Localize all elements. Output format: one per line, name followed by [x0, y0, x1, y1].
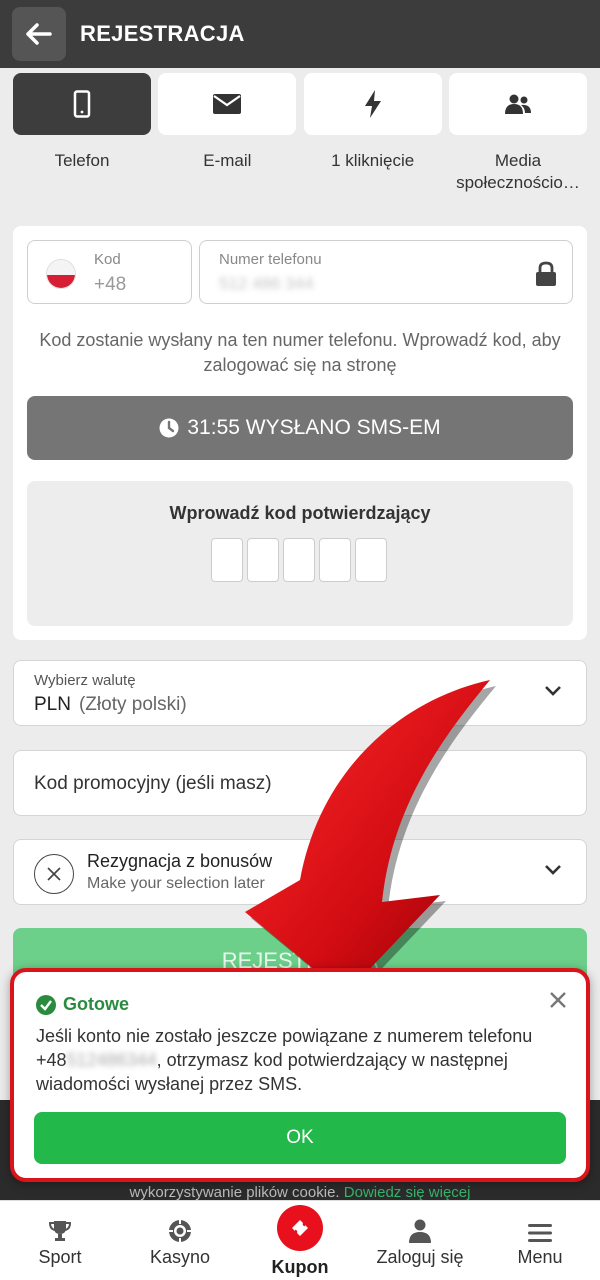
currency-select[interactable]: Wybierz walutę PLN (Złoty polski) [13, 660, 587, 726]
arrow-left-icon [26, 23, 52, 45]
sms-sent-button[interactable]: 31:55 WYSŁANO SMS-EM [27, 396, 573, 460]
tab-phone-label: Telefon [54, 151, 110, 170]
code-digit-input[interactable] [283, 538, 315, 582]
hamburger-icon [528, 1224, 552, 1242]
promo-code-placeholder: Kod promocyjny (jeśli masz) [34, 773, 272, 794]
nav-kupon[interactable]: Kupon [240, 1201, 360, 1280]
nav-menu-label: Menu [517, 1247, 563, 1267]
code-digit-input[interactable] [247, 538, 279, 582]
sms-info-text: Kod zostanie wysłany na ten numer telefo… [39, 330, 561, 375]
currency-name: (Złoty polski) [78, 694, 187, 715]
bonus-decline-icon [34, 854, 74, 894]
cookie-notice: wykorzystywanie plików cookie. Dowiedz s… [0, 1184, 600, 1201]
currency-value: PLN (Złoty polski) [34, 694, 187, 716]
tab-social-media[interactable]: Media społecznościo… [448, 73, 587, 194]
bottom-navigation: Sport Kasyno Kupon Zaloguj się Menu [0, 1200, 600, 1280]
country-code-select[interactable]: Kod +48 [27, 240, 192, 304]
verification-code-inputs [211, 538, 387, 582]
sms-sent-label: 31:55 WYSŁANO SMS-EM [187, 416, 441, 439]
country-code-label: Kod [94, 251, 121, 268]
poland-flag-icon [46, 259, 76, 289]
users-icon [504, 94, 531, 114]
country-code-value: +48 [94, 274, 127, 295]
smartphone-icon [73, 90, 91, 118]
check-circle-icon [36, 994, 56, 1015]
tab-email[interactable]: E-mail [158, 73, 297, 194]
tab-email-label: E-mail [203, 151, 252, 170]
header-bar: REJESTRACJA [0, 0, 600, 68]
nav-login-label: Zaloguj się [376, 1247, 464, 1267]
tab-social-media-label: Media społecznościo… [456, 151, 580, 192]
phone-registration-card: Kod +48 Numer telefonu 512 486 344 Kod z… [13, 226, 587, 640]
cookie-learn-more-link[interactable]: Dowiedz się więcej [344, 1184, 471, 1201]
tab-one-click-label: 1 kliknięcie [331, 151, 415, 170]
nav-sport[interactable]: Sport [0, 1201, 120, 1280]
lightning-icon [364, 90, 381, 118]
chevron-down-icon [545, 686, 561, 696]
close-icon [550, 992, 566, 1008]
trophy-icon [48, 1221, 72, 1241]
tab-one-click[interactable]: 1 kliknięcie [303, 73, 442, 194]
code-digit-input[interactable] [355, 538, 387, 582]
envelope-icon [213, 94, 242, 114]
tab-phone[interactable]: Telefon [13, 73, 151, 194]
phone-number-label: Numer telefonu [219, 251, 322, 268]
code-digit-input[interactable] [319, 538, 351, 582]
back-button[interactable] [12, 7, 66, 61]
nav-sport-label: Sport [38, 1247, 82, 1267]
currency-label: Wybierz walutę [34, 672, 136, 689]
toast-message: Jeśli konto nie zostało jeszcze powiązan… [36, 1024, 556, 1096]
nav-login[interactable]: Zaloguj się [360, 1201, 480, 1280]
ticket-icon [292, 1220, 308, 1236]
nav-menu[interactable]: Menu [480, 1201, 600, 1280]
phone-number-field[interactable]: Numer telefonu 512 486 344 [199, 240, 573, 304]
bonus-subtitle: Make your selection later [87, 875, 265, 892]
promo-code-input[interactable]: Kod promocyjny (jeśli masz) [13, 750, 587, 816]
user-icon [409, 1219, 431, 1243]
toast-title: Gotowe [36, 994, 129, 1015]
nav-casino-label: Kasyno [149, 1247, 211, 1267]
ok-button[interactable]: OK [34, 1112, 566, 1164]
casino-chip-icon [169, 1220, 191, 1242]
clock-icon [159, 418, 179, 438]
phone-number-value: 512 486 344 [219, 274, 314, 293]
success-toast: Gotowe Jeśli konto nie zostało jeszcze p… [10, 968, 590, 1182]
toast-phone-hidden: 512486344 [66, 1050, 157, 1070]
lock-icon [536, 261, 556, 286]
registration-method-tabs: Telefon E-mail 1 kliknięcie Media społec… [13, 73, 587, 194]
close-button[interactable] [546, 988, 570, 1012]
toast-title-text: Gotowe [63, 994, 129, 1014]
nav-casino[interactable]: Kasyno [120, 1201, 240, 1280]
bonus-select[interactable]: Rezygnacja z bonusów Make your selection… [13, 839, 587, 905]
code-digit-input[interactable] [211, 538, 243, 582]
bonus-title: Rezygnacja z bonusów [87, 851, 273, 871]
nav-kupon-label: Kupon [271, 1257, 329, 1277]
currency-code: PLN [34, 694, 71, 715]
page-title: REJESTRACJA [80, 21, 245, 46]
verification-code-area: Wprowadź kod potwierdzający [27, 481, 573, 626]
chevron-down-icon [545, 865, 561, 875]
cookie-text: wykorzystywanie plików cookie. [129, 1184, 340, 1201]
verification-code-title: Wprowadź kod potwierdzający [169, 503, 431, 523]
